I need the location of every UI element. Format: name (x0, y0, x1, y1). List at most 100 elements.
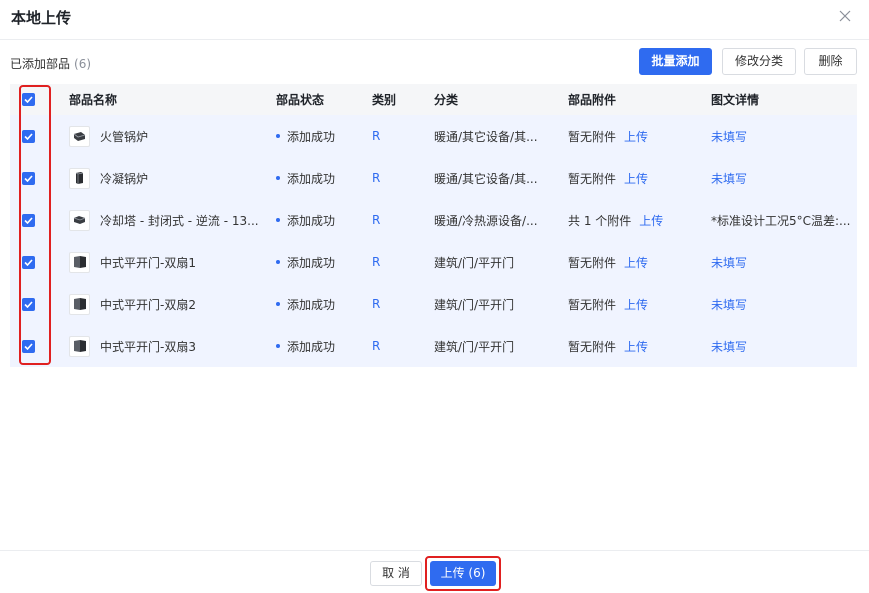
part-category: R (372, 297, 381, 311)
part-state: 添加成功 (287, 297, 336, 312)
part-detail-cell: 未填写 (711, 283, 857, 325)
part-state: 添加成功 (287, 171, 336, 186)
part-attachment-cell: 共 1 个附件 上传 (568, 199, 698, 241)
table-row[interactable]: 中式平开门-双扇1 添加成功 R 建筑/门/平开门 暂无附件 上传 未填写 (10, 241, 857, 283)
part-classification-cell: 建筑/门/平开门 (434, 241, 554, 283)
table-row[interactable]: 火管锅炉 添加成功 R 暖通/其它设备/其... 暂无附件 上传 未填写 (10, 115, 857, 157)
status-dot (276, 260, 280, 264)
part-name: 冷却塔 - 封闭式 - 逆流 - 13... (100, 213, 259, 228)
attachment-text: 暂无附件 (568, 297, 617, 312)
row-check-cell (10, 283, 46, 325)
row-checkbox[interactable] (21, 171, 35, 185)
part-detail[interactable]: 未填写 (711, 296, 747, 313)
row-check-cell (10, 157, 46, 199)
part-name-cell: 中式平开门-双扇1 (69, 241, 269, 283)
part-classification-cell: 建筑/门/平开门 (434, 283, 554, 325)
part-name: 中式平开门-双扇1 (100, 255, 196, 270)
status-dot (276, 344, 280, 348)
table-header: 部品名称 部品状态 类别 分类 部品附件 图文详情 (10, 84, 857, 115)
header-attachments: 部品附件 (568, 93, 617, 107)
table-body: 火管锅炉 添加成功 R 暖通/其它设备/其... 暂无附件 上传 未填写 冷凝锅炉 添加成功 R 暖… (10, 115, 857, 367)
header-name: 部品名称 (69, 93, 118, 107)
part-detail[interactable]: 未填写 (711, 128, 747, 145)
part-name: 中式平开门-双扇3 (100, 339, 196, 354)
part-detail-cell: 未填写 (711, 115, 857, 157)
part-attachment-cell: 暂无附件 上传 (568, 241, 698, 283)
attachment-upload-link[interactable]: 上传 (624, 338, 648, 355)
part-classification: 暖通/其它设备/其... (434, 129, 538, 144)
attachment-text: 暂无附件 (568, 255, 617, 270)
part-classification-cell: 建筑/门/平开门 (434, 325, 554, 367)
row-check-cell (10, 199, 46, 241)
status-dot (276, 302, 280, 306)
attachment-upload-link[interactable]: 上传 (624, 296, 648, 313)
part-detail-cell: 未填写 (711, 325, 857, 367)
status-dot (276, 134, 280, 138)
batch-add-button[interactable]: 批量添加 (639, 48, 712, 75)
table-row[interactable]: 中式平开门-双扇3 添加成功 R 建筑/门/平开门 暂无附件 上传 未填写 (10, 325, 857, 367)
part-classification-cell: 暖通/其它设备/其... (434, 157, 554, 199)
row-check-cell (10, 325, 46, 367)
part-state-cell: 添加成功 (276, 115, 366, 157)
part-classification: 建筑/门/平开门 (434, 339, 515, 354)
header-check-cell (10, 84, 46, 115)
row-check-cell (10, 241, 46, 283)
part-attachment-cell: 暂无附件 上传 (568, 115, 698, 157)
status-dot (276, 176, 280, 180)
dialog-title: 本地上传 (11, 9, 72, 27)
part-name: 冷凝锅炉 (100, 171, 149, 186)
part-detail[interactable]: 未填写 (711, 338, 747, 355)
row-checkbox[interactable] (21, 339, 35, 353)
double-door-icon (69, 335, 90, 357)
part-classification-cell: 暖通/其它设备/其... (434, 115, 554, 157)
header-classification: 分类 (434, 93, 459, 107)
table-row[interactable]: 冷却塔 - 封闭式 - 逆流 - 13... 添加成功 R 暖通/冷热源设备/... 共… (10, 199, 857, 241)
upload-button[interactable]: 上传 (6) (430, 561, 496, 586)
dialog-header: 本地上传 (0, 0, 869, 40)
part-name-cell: 火管锅炉 (69, 115, 269, 157)
part-name-cell: 中式平开门-双扇2 (69, 283, 269, 325)
part-name-cell: 冷却塔 - 封闭式 - 逆流 - 13... (69, 199, 269, 241)
row-checkbox[interactable] (21, 297, 35, 311)
edit-category-button[interactable]: 修改分类 (722, 48, 796, 75)
table-row[interactable]: 中式平开门-双扇2 添加成功 R 建筑/门/平开门 暂无附件 上传 未填写 (10, 283, 857, 325)
attachment-text: 共 1 个附件 (568, 213, 632, 228)
part-classification: 暖通/冷热源设备/... (434, 213, 538, 228)
attachment-upload-link[interactable]: 上传 (624, 128, 648, 145)
added-parts-label: 已添加部品 (6) (10, 55, 91, 72)
part-detail[interactable]: 未填写 (711, 254, 747, 271)
part-state: 添加成功 (287, 213, 336, 228)
added-parts-text: 已添加部品 (10, 57, 71, 71)
part-detail-cell: 未填写 (711, 157, 857, 199)
part-name-cell: 中式平开门-双扇3 (69, 325, 269, 367)
part-classification: 建筑/门/平开门 (434, 297, 515, 312)
attachment-upload-link[interactable]: 上传 (639, 212, 663, 229)
part-attachment-cell: 暂无附件 上传 (568, 283, 698, 325)
attachment-upload-link[interactable]: 上传 (624, 170, 648, 187)
part-state: 添加成功 (287, 339, 336, 354)
row-checkbox[interactable] (21, 255, 35, 269)
part-state-cell: 添加成功 (276, 325, 366, 367)
header-details: 图文详情 (711, 93, 760, 107)
part-state: 添加成功 (287, 129, 336, 144)
row-checkbox[interactable] (21, 213, 35, 227)
cancel-button[interactable]: 取 消 (370, 561, 422, 586)
select-all-checkbox[interactable] (21, 93, 35, 106)
part-attachment-cell: 暂无附件 上传 (568, 157, 698, 199)
added-parts-count: (6) (74, 57, 92, 71)
part-detail: *标准设计工况5°C温差:... (711, 213, 851, 228)
attachment-text: 暂无附件 (568, 129, 617, 144)
close-icon[interactable] (836, 7, 854, 25)
part-state-cell: 添加成功 (276, 199, 366, 241)
part-state-cell: 添加成功 (276, 157, 366, 199)
attachment-upload-link[interactable]: 上传 (624, 254, 648, 271)
delete-button[interactable]: 删除 (804, 48, 857, 75)
row-check-cell (10, 115, 46, 157)
table-row[interactable]: 冷凝锅炉 添加成功 R 暖通/其它设备/其... 暂无附件 上传 未填写 (10, 157, 857, 199)
row-checkbox[interactable] (21, 129, 35, 143)
part-detail[interactable]: 未填写 (711, 170, 747, 187)
attachment-text: 暂无附件 (568, 339, 617, 354)
cooling-tower-icon (69, 209, 90, 231)
part-state-cell: 添加成功 (276, 283, 366, 325)
part-detail-cell: 未填写 (711, 241, 857, 283)
